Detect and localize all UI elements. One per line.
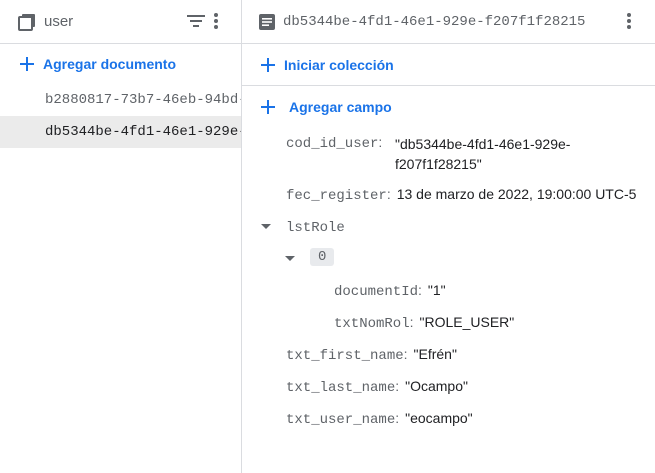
field-separator: : — [386, 186, 391, 202]
collection-icon — [18, 13, 36, 31]
field-separator: : — [395, 378, 400, 394]
plus-icon — [20, 57, 34, 71]
start-collection-label: Iniciar colección — [284, 56, 394, 73]
field-separator: : — [418, 282, 422, 298]
collection-header: user — [0, 0, 241, 44]
add-document-label: Agregar documento — [43, 56, 177, 72]
plus-icon — [261, 100, 275, 114]
collapse-arrow-icon[interactable] — [285, 256, 295, 261]
filter-icon[interactable] — [187, 14, 205, 28]
field-row[interactable]: txtNomRol: "ROLE_USER" — [334, 314, 514, 332]
field-key: txtNomRol — [334, 316, 410, 332]
field-key: txt_last_name — [286, 380, 396, 396]
field-value: "ROLE_USER" — [419, 314, 515, 330]
document-list-item-selected[interactable]: db5344be-4fd1-46e1-929e- — [0, 116, 241, 148]
document-header: db5344be-4fd1-46e1-929e-f207f1f28215 — [242, 0, 655, 44]
field-value: "eocampo" — [405, 410, 473, 426]
add-field-button[interactable]: Agregar campo — [242, 86, 655, 128]
field-key: lstRole — [286, 220, 345, 236]
field-separator: : — [378, 134, 383, 150]
field-value: "1" — [427, 282, 446, 298]
collapse-arrow-icon[interactable] — [261, 224, 271, 229]
field-row[interactable]: lstRole — [286, 218, 345, 236]
field-value: "db5344be-4fd1-46e1-929e- f207f1f28215" — [395, 134, 570, 174]
field-row[interactable]: cod_id_user: — [286, 134, 382, 152]
add-document-button[interactable]: Agregar documento — [0, 44, 241, 84]
field-key: fec_register — [286, 188, 387, 204]
document-list-item[interactable]: b2880817-73b7-46eb-94bd- — [0, 84, 241, 116]
field-row[interactable]: fec_register: 13 de marzo de 2022, 19:00:… — [286, 186, 636, 204]
field-separator: : — [403, 346, 408, 362]
field-key: documentId — [334, 284, 419, 300]
array-index-badge: 0 — [310, 248, 335, 266]
field-separator: : — [409, 314, 414, 330]
document-title: db5344be-4fd1-46e1-929e-f207f1f28215 — [283, 13, 586, 30]
field-row[interactable]: txt_last_name: "Ocampo" — [286, 378, 468, 396]
collection-name: user — [44, 13, 74, 30]
field-value: "Ocampo" — [405, 378, 468, 394]
field-row[interactable]: documentId: "1" — [334, 282, 446, 300]
document-panel: db5344be-4fd1-46e1-929e-f207f1f28215 Ini… — [242, 0, 655, 473]
more-vert-icon[interactable] — [626, 12, 632, 30]
field-key: cod_id_user — [286, 136, 379, 152]
field-row[interactable]: txt_user_name: "eocampo" — [286, 410, 473, 428]
add-field-label: Agregar campo — [289, 99, 392, 115]
field-row[interactable]: txt_first_name: "Efrén" — [286, 346, 457, 364]
field-value-line: "db5344be-4fd1-46e1-929e- — [395, 136, 571, 152]
field-separator: : — [395, 410, 400, 426]
field-value: "Efrén" — [413, 346, 457, 362]
more-vert-icon[interactable] — [213, 12, 219, 30]
field-key: txt_first_name — [286, 348, 404, 364]
collection-panel: user Agregar documento b2880817-73b7-46e… — [0, 0, 242, 473]
field-value: 13 de marzo de 2022, 19:00:00 UTC-5 — [396, 186, 637, 202]
field-value-line: f207f1f28215" — [395, 156, 482, 172]
plus-icon — [261, 57, 275, 72]
document-icon — [259, 13, 275, 30]
field-key: txt_user_name — [286, 412, 396, 428]
start-collection-button[interactable]: Iniciar colección — [242, 44, 655, 86]
